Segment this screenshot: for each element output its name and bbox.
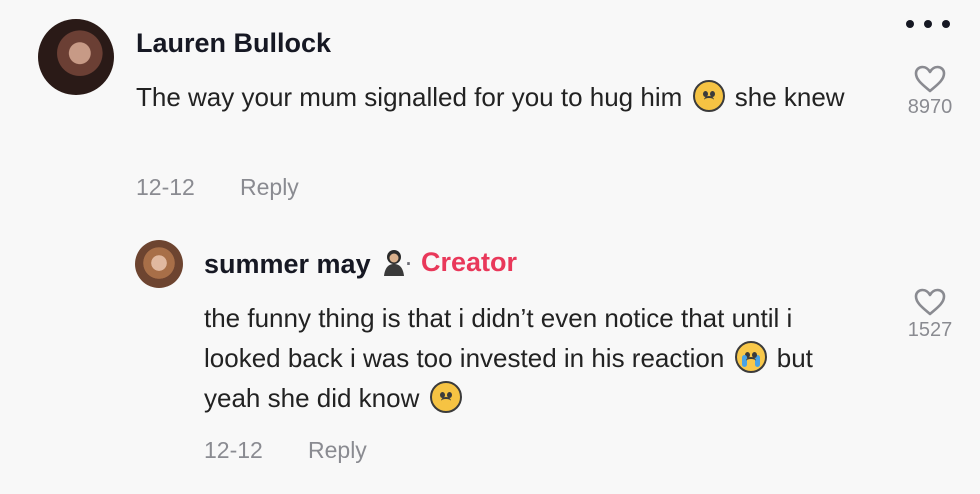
separator: · <box>404 247 413 277</box>
comment-text-part-1: The way your mum signalled for you to hu… <box>136 82 683 112</box>
comment-date: 12-12 <box>136 174 195 200</box>
more-dot <box>942 20 950 28</box>
creator-username[interactable]: summer may <box>204 247 408 280</box>
username[interactable]: Lauren Bullock <box>136 28 331 59</box>
comment-text: The way your mum signalled for you to hu… <box>136 77 896 117</box>
loudly-crying-face-emoji <box>734 341 767 373</box>
like-button[interactable]: 8970 <box>890 64 970 119</box>
more-dot <box>924 20 932 28</box>
reply-button[interactable]: Reply <box>308 437 367 464</box>
reply-text: the funny thing is that i didn’t even no… <box>204 298 864 418</box>
like-button[interactable]: 1527 <box>890 287 970 342</box>
reply-button[interactable]: Reply <box>240 174 299 201</box>
reply-date: 12-12 <box>204 437 263 463</box>
more-dot <box>906 20 914 28</box>
slightly-frowning-face-emoji <box>692 80 725 112</box>
slightly-frowning-face-emoji <box>429 381 462 413</box>
reply-text-part-1: the funny thing is that i didn’t even no… <box>204 303 793 373</box>
more-options-icon[interactable] <box>906 14 950 34</box>
creator-username-text: summer may <box>204 249 371 279</box>
creator-badge-line: · Creator <box>404 247 517 278</box>
like-count: 8970 <box>907 96 953 118</box>
like-count: 1527 <box>907 319 953 341</box>
heart-outline-icon <box>914 65 946 93</box>
creator-badge: Creator <box>421 247 518 277</box>
creator-avatar[interactable] <box>135 240 183 288</box>
comment-text-part-2: she knew <box>734 82 845 112</box>
heart-outline-icon <box>914 288 946 316</box>
user-avatar[interactable] <box>38 19 114 95</box>
